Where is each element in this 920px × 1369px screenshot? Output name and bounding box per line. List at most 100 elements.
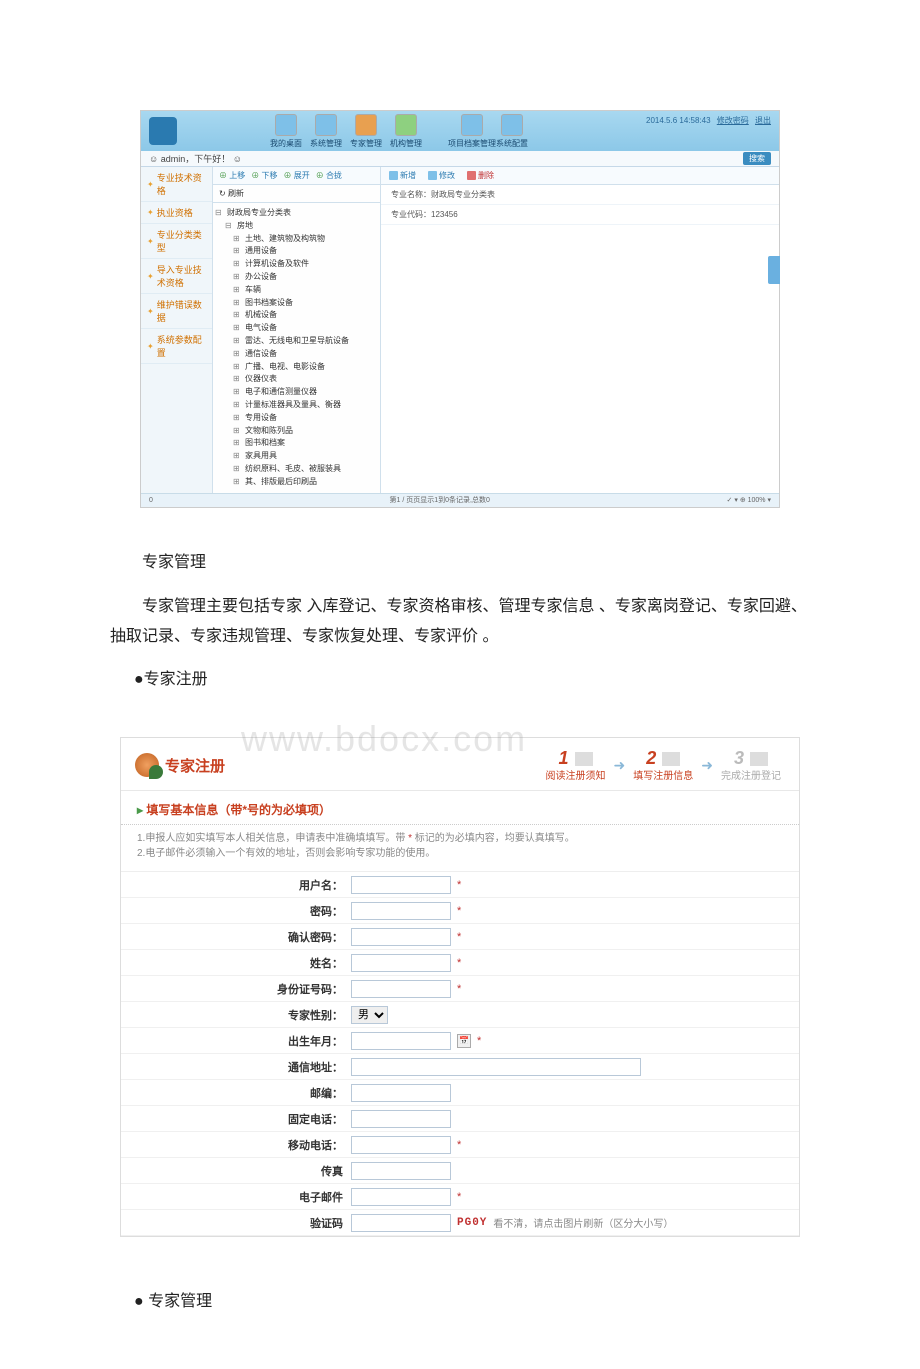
tree-node[interactable]: 专用设备 [233,412,378,425]
nav-item[interactable]: 专业分类类型 [141,224,212,259]
tree-tool-button[interactable]: 上移 [219,170,245,181]
detail-tool-button[interactable]: 修改 [428,170,455,181]
field-value: PG0Y看不清，请点击图片刷新（区分大小写） [351,1211,799,1235]
text-input[interactable] [351,1136,451,1154]
nav-item[interactable]: 系统参数配置 [141,329,212,364]
toolbar-group-2: 项目档案管理系统配置 [453,112,531,151]
user-greeting: ☺ admin，下午好！ ☺ [149,152,242,165]
tree-node[interactable]: 雷达、无线电和卫星导航设备 [233,335,378,348]
tree-node[interactable]: 电子和通信测量仪器 [233,386,378,399]
calendar-icon[interactable]: 📅 [457,1034,471,1048]
text-input[interactable] [351,902,451,920]
tree-tool-button[interactable]: 下移 [251,170,277,181]
form-fields: 用户名：*密码：*确认密码：*姓名：*身份证号码：*专家性别：男出生年月：📅*通… [121,872,799,1236]
status-icon: ☺ [233,154,242,164]
field-value: * [351,925,799,949]
form-row: 固定电话： [121,1106,799,1132]
tree-tool-button[interactable]: 展开 [283,170,309,181]
tree-node[interactable]: 机械设备 [233,309,378,322]
required-star: * [457,1191,461,1203]
form-section-title: 填写基本信息（带*号的为必填项） [137,803,331,817]
text-input[interactable] [351,1084,451,1102]
toolbar-label: 项目档案管理 [448,138,496,149]
text-input[interactable] [351,980,451,998]
toolbar-label: 系统管理 [310,138,342,149]
search-button[interactable]: 搜索 [743,152,771,165]
tree-root[interactable]: 财政局专业分类表 [215,207,378,220]
field-label: 固定电话： [121,1111,351,1127]
toolbar-button[interactable]: 专家管理 [347,112,385,151]
tree-node[interactable]: 其、排版最后印刷品 [233,476,378,489]
field-value [351,1055,799,1079]
toolbar-button[interactable]: 机构管理 [387,112,425,151]
tree-node[interactable]: 计算机设备及软件 [233,258,378,271]
field-label: 传真 [121,1163,351,1179]
detail-row: 专业代码：123456 [381,205,779,225]
text-input[interactable] [351,1188,451,1206]
change-password-link[interactable]: 修改密码 [717,116,749,125]
field-label: 用户名： [121,877,351,893]
tree-toolbar: 上移下移展开合拢 [213,167,380,185]
step-number: 1 [559,748,569,769]
tree-node[interactable]: 家具用具 [233,450,378,463]
tree-node[interactable]: 计量标准器具及量具、衡器 [233,399,378,412]
form-row: 验证码PG0Y看不清，请点击图片刷新（区分大小写） [121,1210,799,1236]
gender-select[interactable]: 男 [351,1006,388,1024]
side-tab-handle[interactable] [768,256,780,284]
tree-node[interactable]: 通用设备 [233,245,378,258]
bullet-manage: ● 专家管理 [110,1287,810,1317]
tree-node[interactable]: 广播、电视、电影设备 [233,361,378,374]
detail-tool-button[interactable]: 删除 [467,170,494,181]
required-star: * [457,957,461,969]
tree-node[interactable]: 通信设备 [233,348,378,361]
form-row: 身份证号码：* [121,976,799,1002]
text-input[interactable] [351,954,451,972]
required-star: * [457,983,461,995]
detail-toolbar: 新增 修改 删除 [381,167,779,185]
tree-node[interactable]: 电气设备 [233,322,378,335]
nav-item[interactable]: 维护错误数据 [141,294,212,329]
logout-link[interactable]: 退出 [755,116,771,125]
nav-item[interactable]: 导入专业技术资格 [141,259,212,294]
left-nav: 专业技术资格执业资格专业分类类型导入专业技术资格维护错误数据系统参数配置 [141,167,213,493]
text-input[interactable] [351,1162,451,1180]
tree-node[interactable]: 办公设备 [233,271,378,284]
required-star: * [457,905,461,917]
detail-tool-button[interactable]: 新增 [389,170,416,181]
text-input[interactable] [351,876,451,894]
form-section-header: 填写基本信息（带*号的为必填项） [121,791,799,825]
tool-icon [389,171,398,180]
toolbar-button[interactable]: 项目档案管理 [453,112,491,151]
refresh-button[interactable]: 刷新 [213,185,380,203]
tree-node[interactable]: 图书和档案 [233,437,378,450]
tree-tool-button[interactable]: 合拢 [316,170,342,181]
category-tree[interactable]: 财政局专业分类表 房地 土地、建筑物及构筑物 通用设备 计算机设备及软件 办公设… [213,203,380,493]
user-name: admin，下午好！ [161,154,231,164]
user-icon: ☺ [149,154,158,164]
field-value: * [351,1133,799,1157]
captcha-image[interactable]: PG0Y [457,1217,487,1229]
captcha-input[interactable] [351,1214,451,1232]
form-row: 传真 [121,1158,799,1184]
text-input[interactable] [351,928,451,946]
tree-node[interactable]: 图书档案设备 [233,297,378,310]
tree-node[interactable]: 车辆 [233,284,378,297]
hint-line-2: 2.电子邮件必须输入一个有效的地址，否则会影响专家功能的使用。 [137,848,435,859]
tree-node[interactable]: 土地、建筑物及构筑物 [233,233,378,246]
toolbar-button[interactable]: 系统管理 [307,112,345,151]
nav-item[interactable]: 执业资格 [141,202,212,224]
tree-node[interactable]: 文物和陈列品 [233,425,378,438]
text-input-long[interactable] [351,1058,641,1076]
nav-item[interactable]: 专业技术资格 [141,167,212,202]
date-input[interactable] [351,1032,451,1050]
toolbar-button[interactable]: 系统配置 [493,112,531,151]
field-value: 📅* [351,1029,799,1053]
text-input[interactable] [351,1110,451,1128]
field-label: 通信地址： [121,1059,351,1075]
tree-node[interactable]: 纺织原料、毛皮、被服装具 [233,463,378,476]
toolbar-button[interactable]: 我的桌面 [267,112,305,151]
toolbar-label: 我的桌面 [270,138,302,149]
tree-branch[interactable]: 房地 [225,220,378,233]
header-timestamp: 2014.5.6 14:58:43 修改密码 退出 [646,115,771,126]
tree-node[interactable]: 仪器仪表 [233,373,378,386]
